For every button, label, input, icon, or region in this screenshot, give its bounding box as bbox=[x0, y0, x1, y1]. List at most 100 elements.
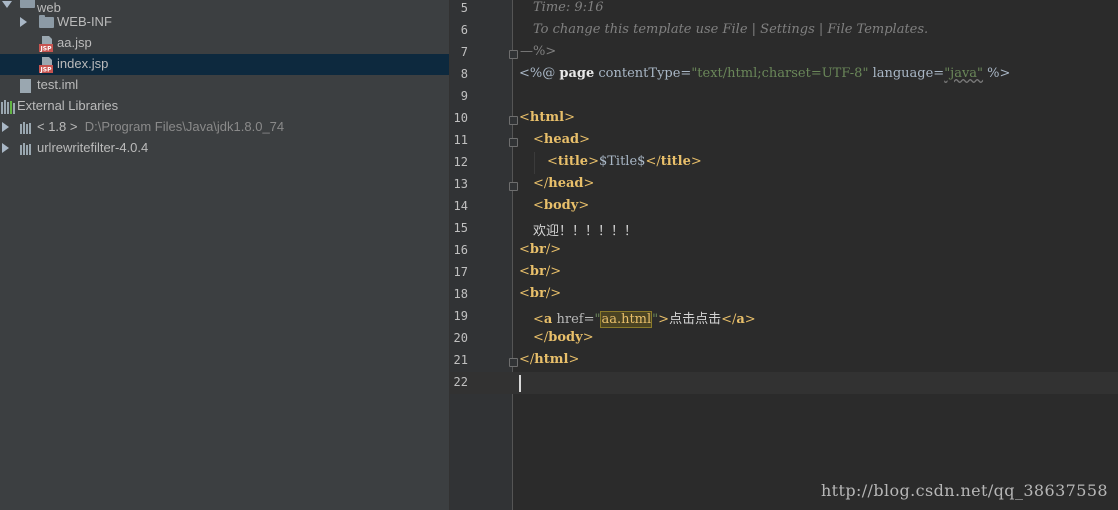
code-line-15[interactable]: 15 欢迎！！！！！！ bbox=[450, 218, 1118, 240]
code-line-22[interactable]: 22 bbox=[450, 372, 1118, 394]
tag-bracket: > bbox=[579, 132, 591, 147]
tree-item-label: aa.jsp bbox=[57, 35, 92, 50]
tag-bracket: > bbox=[568, 352, 580, 367]
project-tree-panel: web WEB-INF JSP aa.jsp JSP index.jsp tes… bbox=[0, 0, 449, 510]
tag-bracket: < bbox=[533, 312, 544, 327]
href-value[interactable]: aa.html bbox=[600, 311, 653, 328]
code-text: —%> bbox=[520, 44, 556, 59]
tree-item-aa-jsp[interactable]: JSP aa.jsp bbox=[0, 33, 449, 54]
code-line-14[interactable]: 14 <body> bbox=[450, 196, 1118, 218]
tag-bracket: > bbox=[658, 312, 670, 327]
code-line-12[interactable]: 12 <title>$Title$</title> bbox=[450, 152, 1118, 174]
code-text: <%@ page contentType="text/html;charset=… bbox=[519, 66, 1010, 81]
tag-name: head bbox=[543, 132, 580, 147]
chevron-down-icon[interactable] bbox=[2, 1, 12, 8]
directive-keyword: page bbox=[559, 66, 595, 81]
tag-name: head bbox=[548, 176, 584, 191]
tag-bracket: > bbox=[583, 176, 595, 191]
line-number: 19 bbox=[453, 309, 468, 323]
tag-bracket: < bbox=[519, 242, 530, 257]
code-line-13[interactable]: 13 </head> bbox=[450, 174, 1118, 196]
line-number: 22 bbox=[453, 375, 468, 389]
tree-item-label: < 1.8 > D:\Program Files\Java\jdk1.8.0_7… bbox=[37, 119, 284, 134]
tag-name: html bbox=[534, 352, 569, 367]
directive-close: %> bbox=[983, 66, 1011, 81]
code-text: <br/> bbox=[519, 286, 561, 301]
code-text: <body> bbox=[533, 198, 589, 213]
attr-name: language= bbox=[868, 66, 945, 81]
tag-bracket: < bbox=[519, 264, 530, 279]
tree-item-label: External Libraries bbox=[17, 98, 119, 113]
code-line-10[interactable]: 10 <html> bbox=[450, 108, 1118, 130]
tag-bracket: > bbox=[582, 330, 594, 345]
code-text: </body> bbox=[533, 330, 594, 345]
line-number: 16 bbox=[453, 243, 468, 257]
code-line-19[interactable]: 19 <a href="aa.html">点击点击</a> bbox=[450, 306, 1118, 328]
tag-bracket: < bbox=[519, 286, 530, 301]
tag-bracket: </ bbox=[645, 154, 661, 169]
fold-marker-icon[interactable] bbox=[509, 138, 518, 147]
fold-marker-icon[interactable] bbox=[509, 116, 518, 125]
tree-item-label: WEB-INF bbox=[57, 14, 112, 29]
tag-name: br bbox=[529, 264, 546, 279]
code-line-8[interactable]: 8 <%@ page contentType="text/html;charse… bbox=[450, 64, 1118, 86]
tag-bracket: /> bbox=[545, 286, 562, 301]
tag-bracket: < bbox=[533, 198, 544, 213]
tree-item-index-jsp[interactable]: JSP index.jsp bbox=[0, 54, 449, 75]
jar-library-icon bbox=[20, 143, 31, 155]
tag-name: br bbox=[529, 286, 546, 301]
tag-bracket: </ bbox=[721, 312, 737, 327]
tree-item-test-iml[interactable]: test.iml bbox=[0, 75, 449, 96]
tree-item-external-libraries[interactable]: External Libraries bbox=[0, 96, 449, 117]
tag-bracket: < bbox=[533, 132, 544, 147]
tree-item-urlrewritefilter[interactable]: urlrewritefilter-4.0.4 bbox=[0, 138, 449, 159]
tag-name: body bbox=[543, 198, 579, 213]
code-text: </head> bbox=[533, 176, 594, 191]
tag-name: html bbox=[529, 110, 565, 125]
tag-bracket: > bbox=[578, 198, 590, 213]
ide-window: web WEB-INF JSP aa.jsp JSP index.jsp tes… bbox=[0, 0, 1118, 510]
line-number: 5 bbox=[460, 1, 468, 15]
body-text: 欢迎！！！！！！ bbox=[533, 224, 638, 239]
line-number: 10 bbox=[453, 111, 468, 125]
svg-text:JSP: JSP bbox=[40, 67, 53, 74]
code-text: To change this template use File | Setti… bbox=[533, 22, 928, 37]
code-line-21[interactable]: 21 </html> bbox=[450, 350, 1118, 372]
code-line-18[interactable]: 18 <br/> bbox=[450, 284, 1118, 306]
code-editor[interactable]: 5 Time: 9:16 6 To change this template u… bbox=[450, 0, 1118, 510]
jdk-version-label: < 1.8 > bbox=[37, 119, 78, 134]
title-text: $Title$ bbox=[598, 154, 646, 169]
tag-name: title bbox=[660, 154, 691, 169]
code-line-6[interactable]: 6 To change this template use File | Set… bbox=[450, 20, 1118, 42]
comment-text: Time: 9:16 bbox=[533, 0, 604, 15]
chevron-right-icon[interactable] bbox=[2, 143, 9, 153]
attr-value: "text/html;charset=UTF-8" bbox=[691, 66, 869, 81]
code-line-11[interactable]: 11 <head> bbox=[450, 130, 1118, 152]
tree-item-jdk[interactable]: < 1.8 > D:\Program Files\Java\jdk1.8.0_7… bbox=[0, 117, 449, 138]
tree-item-web-inf[interactable]: WEB-INF bbox=[0, 12, 449, 33]
line-number: 21 bbox=[453, 353, 468, 367]
fold-marker-icon[interactable] bbox=[509, 358, 518, 367]
code-line-17[interactable]: 17 <br/> bbox=[450, 262, 1118, 284]
code-line-16[interactable]: 16 <br/> bbox=[450, 240, 1118, 262]
tree-item-label: index.jsp bbox=[57, 56, 109, 71]
code-line-20[interactable]: 20 </body> bbox=[450, 328, 1118, 350]
tag-name: a bbox=[736, 312, 745, 327]
fold-marker-icon[interactable] bbox=[509, 182, 518, 191]
code-line-5[interactable]: 5 Time: 9:16 bbox=[450, 0, 1118, 20]
line-number: 11 bbox=[453, 133, 468, 147]
chevron-right-icon[interactable] bbox=[20, 17, 27, 27]
chevron-right-icon[interactable] bbox=[2, 122, 9, 132]
tag-bracket: </ bbox=[533, 330, 549, 345]
tree-item-label: urlrewritefilter-4.0.4 bbox=[37, 140, 149, 155]
fold-marker-icon[interactable] bbox=[509, 50, 518, 59]
code-text: <a href="aa.html">点击点击</a> bbox=[533, 308, 756, 328]
tag-name: body bbox=[548, 330, 583, 345]
tag-name: title bbox=[557, 154, 589, 169]
line-number: 6 bbox=[460, 23, 468, 37]
code-line-9[interactable]: 9 bbox=[450, 86, 1118, 108]
library-icon bbox=[1, 100, 15, 114]
code-text: <head> bbox=[533, 132, 590, 147]
code-line-7[interactable]: 7 —%> bbox=[450, 42, 1118, 64]
line-number: 18 bbox=[453, 287, 468, 301]
